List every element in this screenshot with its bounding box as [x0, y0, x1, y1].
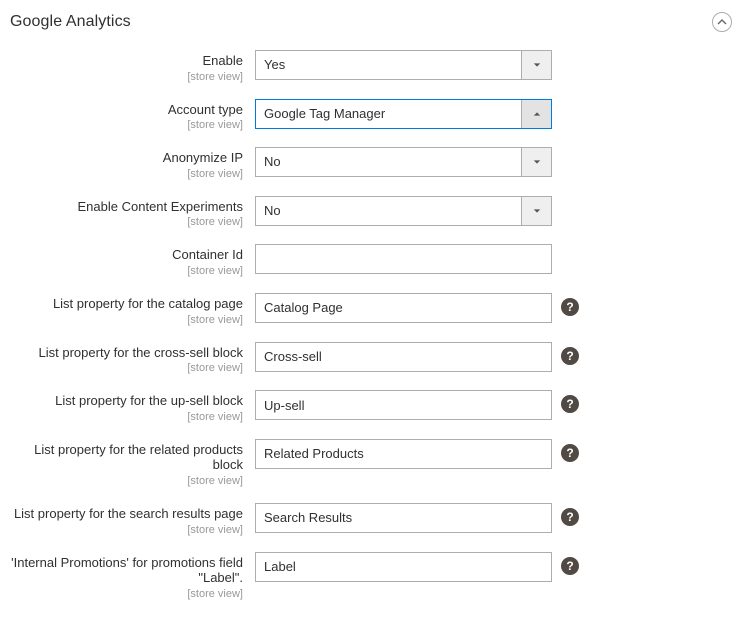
scope-label: [store view] — [10, 475, 243, 487]
scope-label: [store view] — [10, 362, 243, 374]
row-enable: Enable [store view] Yes — [10, 50, 732, 83]
help-col — [552, 147, 580, 152]
field-label-account-type: Account type — [10, 102, 243, 118]
field-label-catalog: List property for the catalog page — [10, 296, 243, 312]
field-label-promo: 'Internal Promotions' for promotions fie… — [10, 555, 243, 586]
scope-label: [store view] — [10, 524, 243, 536]
help-icon[interactable]: ? — [561, 347, 579, 365]
label-col: List property for the up-sell block [sto… — [10, 390, 255, 423]
control-col — [255, 552, 552, 582]
collapse-toggle-button[interactable] — [712, 12, 732, 32]
account-type-select-dropdown-button[interactable] — [521, 100, 551, 128]
control-col — [255, 439, 552, 469]
anonymize-ip-select-dropdown-button[interactable] — [521, 148, 551, 176]
control-col — [255, 390, 552, 420]
label-col: List property for the catalog page [stor… — [10, 293, 255, 326]
account-type-select-value: Google Tag Manager — [256, 100, 521, 128]
help-icon[interactable]: ? — [561, 557, 579, 575]
form-area: Enable [store view] Yes Account type [st… — [10, 46, 732, 600]
field-label-enable: Enable — [10, 53, 243, 69]
help-col — [552, 196, 580, 201]
help-icon[interactable]: ? — [561, 395, 579, 413]
scope-label: [store view] — [10, 216, 243, 228]
search-property-input[interactable] — [255, 503, 552, 533]
help-col: ? — [552, 503, 580, 526]
label-col: Enable [store view] — [10, 50, 255, 83]
field-label-related: List property for the related products b… — [10, 442, 243, 473]
row-content-experiments: Enable Content Experiments [store view] … — [10, 196, 732, 229]
scope-label: [store view] — [10, 314, 243, 326]
content-experiments-select[interactable]: No — [255, 196, 552, 226]
scope-label: [store view] — [10, 71, 243, 83]
label-col: List property for the related products b… — [10, 439, 255, 487]
help-col: ? — [552, 293, 580, 316]
chevron-up-icon — [533, 110, 541, 118]
help-col: ? — [552, 552, 580, 575]
chevron-up-icon — [717, 17, 727, 27]
control-col: Google Tag Manager — [255, 99, 552, 129]
scope-label: [store view] — [10, 588, 243, 600]
field-label-search: List property for the search results pag… — [10, 506, 243, 522]
anonymize-ip-select-value: No — [256, 148, 521, 176]
help-icon[interactable]: ? — [561, 298, 579, 316]
help-icon[interactable]: ? — [561, 508, 579, 526]
field-label-anonymize-ip: Anonymize IP — [10, 150, 243, 166]
field-label-container-id: Container Id — [10, 247, 243, 263]
chevron-down-icon — [533, 158, 541, 166]
content-experiments-select-value: No — [256, 197, 521, 225]
related-property-input[interactable] — [255, 439, 552, 469]
field-label-content-experiments: Enable Content Experiments — [10, 199, 243, 215]
row-crosssell-property: List property for the cross-sell block [… — [10, 342, 732, 375]
control-col: No — [255, 196, 552, 226]
row-upsell-property: List property for the up-sell block [sto… — [10, 390, 732, 423]
field-label-crosssell: List property for the cross-sell block — [10, 345, 243, 361]
upsell-property-input[interactable] — [255, 390, 552, 420]
label-col: Account type [store view] — [10, 99, 255, 132]
section-header: Google Analytics — [10, 10, 732, 46]
label-col: Enable Content Experiments [store view] — [10, 196, 255, 229]
scope-label: [store view] — [10, 119, 243, 131]
help-col — [552, 99, 580, 104]
account-type-select[interactable]: Google Tag Manager — [255, 99, 552, 129]
control-col — [255, 293, 552, 323]
help-col: ? — [552, 342, 580, 365]
catalog-property-input[interactable] — [255, 293, 552, 323]
row-container-id: Container Id [store view] — [10, 244, 732, 277]
help-col — [552, 50, 580, 55]
content-experiments-select-dropdown-button[interactable] — [521, 197, 551, 225]
container-id-input[interactable] — [255, 244, 552, 274]
chevron-down-icon — [533, 207, 541, 215]
field-label-upsell: List property for the up-sell block — [10, 393, 243, 409]
label-col: List property for the cross-sell block [… — [10, 342, 255, 375]
row-related-property: List property for the related products b… — [10, 439, 732, 487]
control-col — [255, 244, 552, 274]
control-col — [255, 342, 552, 372]
crosssell-property-input[interactable] — [255, 342, 552, 372]
scope-label: [store view] — [10, 411, 243, 423]
row-catalog-property: List property for the catalog page [stor… — [10, 293, 732, 326]
anonymize-ip-select[interactable]: No — [255, 147, 552, 177]
enable-select-value: Yes — [256, 51, 521, 79]
help-icon[interactable]: ? — [561, 444, 579, 462]
promo-property-input[interactable] — [255, 552, 552, 582]
help-col — [552, 244, 580, 249]
control-col — [255, 503, 552, 533]
row-account-type: Account type [store view] Google Tag Man… — [10, 99, 732, 132]
scope-label: [store view] — [10, 265, 243, 277]
chevron-down-icon — [533, 61, 541, 69]
label-col: Anonymize IP [store view] — [10, 147, 255, 180]
label-col: 'Internal Promotions' for promotions fie… — [10, 552, 255, 600]
help-col: ? — [552, 439, 580, 462]
scope-label: [store view] — [10, 168, 243, 180]
section-title: Google Analytics — [10, 13, 131, 31]
help-col: ? — [552, 390, 580, 413]
control-col: No — [255, 147, 552, 177]
row-anonymize-ip: Anonymize IP [store view] No — [10, 147, 732, 180]
enable-select-dropdown-button[interactable] — [521, 51, 551, 79]
label-col: Container Id [store view] — [10, 244, 255, 277]
row-promo-property: 'Internal Promotions' for promotions fie… — [10, 552, 732, 600]
enable-select[interactable]: Yes — [255, 50, 552, 80]
control-col: Yes — [255, 50, 552, 80]
